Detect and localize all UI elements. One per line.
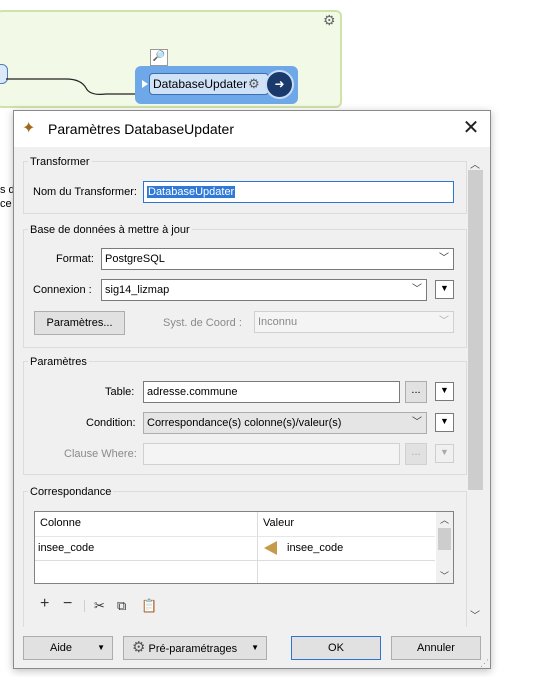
resize-grip-icon[interactable]: ⋰ (480, 658, 489, 669)
table-scroll-down-icon[interactable]: ﹀ (440, 569, 449, 582)
presets-button-label: Pré-paramétrages (148, 643, 238, 655)
format-label: Format: (56, 253, 94, 265)
database-icon: ➜ (265, 70, 294, 99)
connection-value: sig14_lizmap (105, 284, 170, 296)
add-row-icon[interactable]: + (40, 595, 49, 613)
table-input[interactable]: adresse.commune (143, 381, 400, 403)
table-row-value[interactable]: insee_code (287, 542, 343, 554)
where-input (143, 443, 400, 465)
paste-icon[interactable]: 📋 (141, 598, 157, 614)
transformer-name-value: DatabaseUpdater (147, 186, 236, 198)
chevron-down-icon: ﹀ (439, 316, 449, 327)
remove-row-icon[interactable]: − (63, 595, 72, 613)
transformer-name-label: Nom du Transformer: (33, 186, 137, 198)
transformer-name-input[interactable]: DatabaseUpdater (143, 181, 454, 203)
toolbar-separator (84, 600, 85, 612)
caret-down-icon: ▼ (251, 643, 259, 652)
column-divider (257, 512, 258, 583)
gear-icon: ⚙ (132, 639, 146, 656)
table-browse-button[interactable]: ... (405, 381, 427, 403)
where-menu-button: ▼ (435, 444, 454, 463)
connection-select[interactable]: sig14_lizmap ﹀ (101, 279, 427, 301)
mapping-group-title: Correspondance (28, 486, 114, 498)
chevron-down-icon: ﹀ (412, 417, 422, 428)
header-divider (35, 536, 435, 537)
node-label: DatabaseUpdater (153, 77, 248, 91)
transformer-group-title: Transformer (28, 156, 92, 168)
coord-label: Syst. de Coord : (163, 317, 242, 329)
database-group-title: Base de données à mettre à jour (28, 224, 192, 236)
help-button[interactable]: Aide ▼ (23, 636, 113, 660)
attribute-value-icon (264, 541, 277, 555)
connection-menu-button[interactable]: ▼ (435, 280, 454, 299)
cancel-button[interactable]: Annuler (391, 636, 481, 660)
chevron-down-icon: ﹀ (439, 253, 449, 264)
coord-select: Inconnu ﹀ (254, 311, 454, 333)
dialog-title: Paramètres DatabaseUpdater (48, 121, 234, 137)
condition-menu-button[interactable]: ▼ (435, 413, 454, 432)
condition-select[interactable]: Correspondance(s) colonne(s)/valeur(s) ﹀ (143, 412, 427, 434)
table-label: Table: (105, 386, 135, 398)
table-scrollbar-thumb[interactable] (438, 528, 451, 550)
close-button[interactable]: ✕ (458, 115, 484, 141)
node-gear-icon[interactable]: ⚙ (248, 76, 260, 92)
table-row-column[interactable]: insee_code (38, 542, 94, 554)
row-divider (35, 560, 435, 561)
scroll-up-icon[interactable]: ︿ (470, 156, 480, 171)
format-value: PostgreSQL (105, 253, 165, 265)
column-header-colonne[interactable]: Colonne (40, 517, 81, 529)
ok-button[interactable]: OK (291, 636, 381, 660)
connection-label: Connexion : (33, 284, 92, 296)
input-port-icon (142, 80, 148, 88)
transformer-icon: ✦ (22, 120, 36, 137)
cut-icon[interactable]: ✂ (94, 598, 105, 614)
chevron-down-icon: ﹀ (412, 284, 422, 295)
where-label: Clause Where: (64, 448, 137, 460)
inspect-icon[interactable]: 🔎 (150, 49, 168, 66)
presets-button[interactable]: ⚙ Pré-paramétrages ▼ (123, 636, 267, 660)
help-button-label: Aide (50, 642, 73, 654)
column-header-valeur[interactable]: Valeur (263, 517, 294, 529)
mapping-table[interactable] (34, 511, 454, 584)
connection-line (6, 78, 142, 95)
where-browse-button: ... (405, 443, 427, 465)
coord-value: Inconnu (258, 316, 298, 328)
scroll-down-icon[interactable]: ﹀ (470, 607, 480, 622)
format-select[interactable]: PostgreSQL ﹀ (101, 248, 454, 270)
table-menu-button[interactable]: ▼ (435, 382, 454, 401)
params-button[interactable]: Paramètres... (34, 311, 125, 335)
caret-down-icon: ▼ (97, 643, 105, 652)
copy-icon[interactable]: ⧉ (117, 598, 126, 614)
condition-label: Condition: (86, 417, 136, 429)
condition-value: Correspondance(s) colonne(s)/valeur(s) (147, 417, 342, 429)
parameters-group-title: Paramètres (28, 356, 89, 368)
gear-icon[interactable]: ⚙ (323, 12, 339, 28)
dialog-scrollbar-thumb[interactable] (468, 170, 483, 490)
table-scroll-up-icon[interactable]: ︿ (440, 513, 449, 526)
